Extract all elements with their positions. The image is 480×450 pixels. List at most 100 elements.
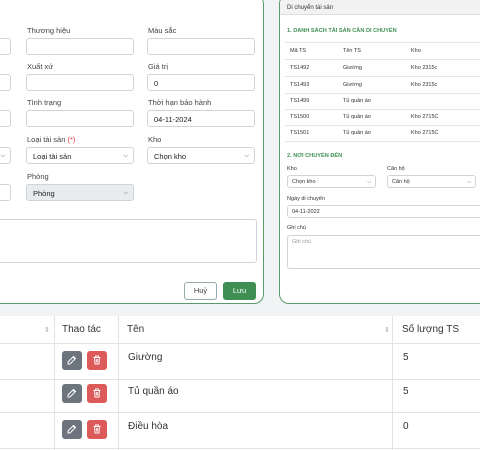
room-select[interactable]: Phòng ⌵ xyxy=(26,184,134,201)
origin-input[interactable] xyxy=(26,74,134,91)
asset-type-select-value: Loại tài sản xyxy=(33,152,72,161)
transfer-row-code: TS1501 xyxy=(290,130,310,136)
cancel-button[interactable]: Huỷ xyxy=(184,282,217,300)
delete-button[interactable] xyxy=(87,420,107,439)
note-placeholder: Ghi chú xyxy=(292,239,311,245)
row-divider xyxy=(0,379,480,380)
brand-label: Thương hiệu xyxy=(27,26,71,35)
apartment-select-value: Căn hộ xyxy=(392,179,410,185)
edit-icon xyxy=(67,355,77,365)
warranty-date-input[interactable]: 04-11-2024 xyxy=(147,110,255,127)
trash-icon xyxy=(93,424,101,434)
edit-button[interactable] xyxy=(62,351,82,370)
transfer-row-code: TS1500 xyxy=(290,114,310,120)
left-field-2[interactable] xyxy=(0,74,11,91)
chevron-down-icon: ⌵ xyxy=(123,153,128,159)
left-field-1[interactable] xyxy=(0,38,11,55)
edit-button[interactable] xyxy=(62,420,82,439)
asset-name-cell: Giường xyxy=(128,352,163,363)
chevron-down-icon: ⌵ xyxy=(467,179,471,185)
status-input[interactable] xyxy=(26,110,134,127)
description-textarea[interactable] xyxy=(0,219,257,263)
chevron-down-icon: ⌵ xyxy=(0,153,5,159)
transfer-row-code: TS1499 xyxy=(290,98,310,104)
room-select-value: Phòng xyxy=(33,189,55,198)
status-label: Tình trạng xyxy=(27,98,62,107)
table-divider xyxy=(285,76,480,77)
column-divider xyxy=(54,316,55,450)
value-label: Giá trị xyxy=(148,62,169,71)
asset-type-label: Loại tài sản (*) xyxy=(27,135,75,144)
count-column-header[interactable]: Số lượng TS xyxy=(402,324,459,335)
col-asset-name: Tên TS xyxy=(343,48,361,54)
apartment-label: Căn hộ xyxy=(387,166,405,172)
asset-type-select[interactable]: Loại tài sản ⌵ xyxy=(26,147,134,164)
row-divider xyxy=(0,448,480,449)
required-mark: (*) xyxy=(67,135,76,144)
col-asset-code: Mã TS xyxy=(290,48,307,54)
chevron-down-icon: ⌵ xyxy=(123,190,128,196)
table-divider xyxy=(285,93,480,94)
warranty-label: Thời hạn bảo hành xyxy=(148,98,212,107)
dest-warehouse-value: Chọn kho xyxy=(292,179,316,185)
dest-warehouse-label: Kho xyxy=(287,166,297,172)
edit-icon xyxy=(67,424,77,434)
column-divider xyxy=(118,316,119,450)
actions-column-header: Thao tác xyxy=(62,324,101,335)
left-select-4[interactable]: ⌵ xyxy=(0,147,11,164)
note-textarea[interactable]: Ghi chú xyxy=(287,235,480,269)
apartment-select[interactable]: Căn hộ ⌵ xyxy=(387,175,476,188)
destination-heading: 2. NƠI CHUYỂN ĐẾN xyxy=(287,153,343,159)
transfer-row-name: Giường xyxy=(343,82,362,88)
color-label: Màu sắc xyxy=(148,26,177,35)
table-divider xyxy=(285,141,480,142)
asset-name-cell: Điều hòa xyxy=(128,421,169,432)
transfer-list-heading: 1. DANH SÁCH TÀI SẢN CẦN DI CHUYỂN xyxy=(287,28,397,34)
left-select-5[interactable] xyxy=(0,184,11,201)
origin-label: Xuất xứ xyxy=(27,62,54,71)
chevron-down-icon: ⌵ xyxy=(367,179,371,185)
note-label: Ghi chú xyxy=(287,225,306,231)
transfer-row-warehouse: Kho 2315c xyxy=(411,65,438,71)
transfer-row-warehouse: Kho 2715C xyxy=(411,114,439,120)
brand-input[interactable] xyxy=(26,38,134,55)
transfer-row-name: Tủ quần áo xyxy=(343,130,371,136)
delete-button[interactable] xyxy=(87,384,107,403)
transfer-row-code: TS1493 xyxy=(290,82,310,88)
transfer-row-name: Tủ quần áo xyxy=(343,114,371,120)
table-divider xyxy=(285,109,480,110)
color-input[interactable] xyxy=(147,38,255,55)
name-column-header[interactable]: Tên xyxy=(127,324,144,335)
asset-count-cell: 5 xyxy=(403,352,409,363)
asset-count-cell: 0 xyxy=(403,421,409,432)
asset-name-cell: Tủ quần áo xyxy=(128,386,179,397)
save-button[interactable]: Lưu xyxy=(223,282,256,300)
sort-icon[interactable]: ⇕ xyxy=(44,326,50,334)
warehouse-label: Kho xyxy=(148,135,162,144)
transfer-row-name: Tủ quần áo xyxy=(343,98,371,104)
warehouse-select[interactable]: Chọn kho ⌵ xyxy=(147,147,255,164)
delete-button[interactable] xyxy=(87,351,107,370)
table-divider xyxy=(285,125,480,126)
transfer-row-name: Giường xyxy=(343,65,362,71)
asset-group-table: ⇕ Thao tác Tên ⇕ Số lượng TS Giường 5 Tủ… xyxy=(0,316,480,450)
transfer-row-warehouse: Kho 2315c xyxy=(411,82,438,88)
table-divider xyxy=(285,42,480,43)
asset-count-cell: 5 xyxy=(403,386,409,397)
chevron-down-icon: ⌵ xyxy=(244,153,249,159)
edit-icon xyxy=(67,388,77,398)
edit-button[interactable] xyxy=(62,384,82,403)
left-field-3[interactable] xyxy=(0,110,11,127)
room-label: Phòng xyxy=(27,172,49,181)
asset-type-label-text: Loại tài sản xyxy=(27,135,66,144)
transfer-row-code: TS1492 xyxy=(290,65,310,71)
move-date-label: Ngày di chuyển xyxy=(287,196,325,202)
column-divider xyxy=(392,316,393,450)
transfer-row-warehouse: Kho 2715C xyxy=(411,130,439,136)
col-warehouse: Kho xyxy=(411,48,421,54)
value-input[interactable]: 0 xyxy=(147,74,255,91)
move-date-input[interactable]: 04-11-2022 xyxy=(287,205,480,218)
sort-icon[interactable]: ⇕ xyxy=(384,326,390,334)
dest-warehouse-select[interactable]: Chọn kho ⌵ xyxy=(287,175,376,188)
table-divider xyxy=(285,59,480,60)
